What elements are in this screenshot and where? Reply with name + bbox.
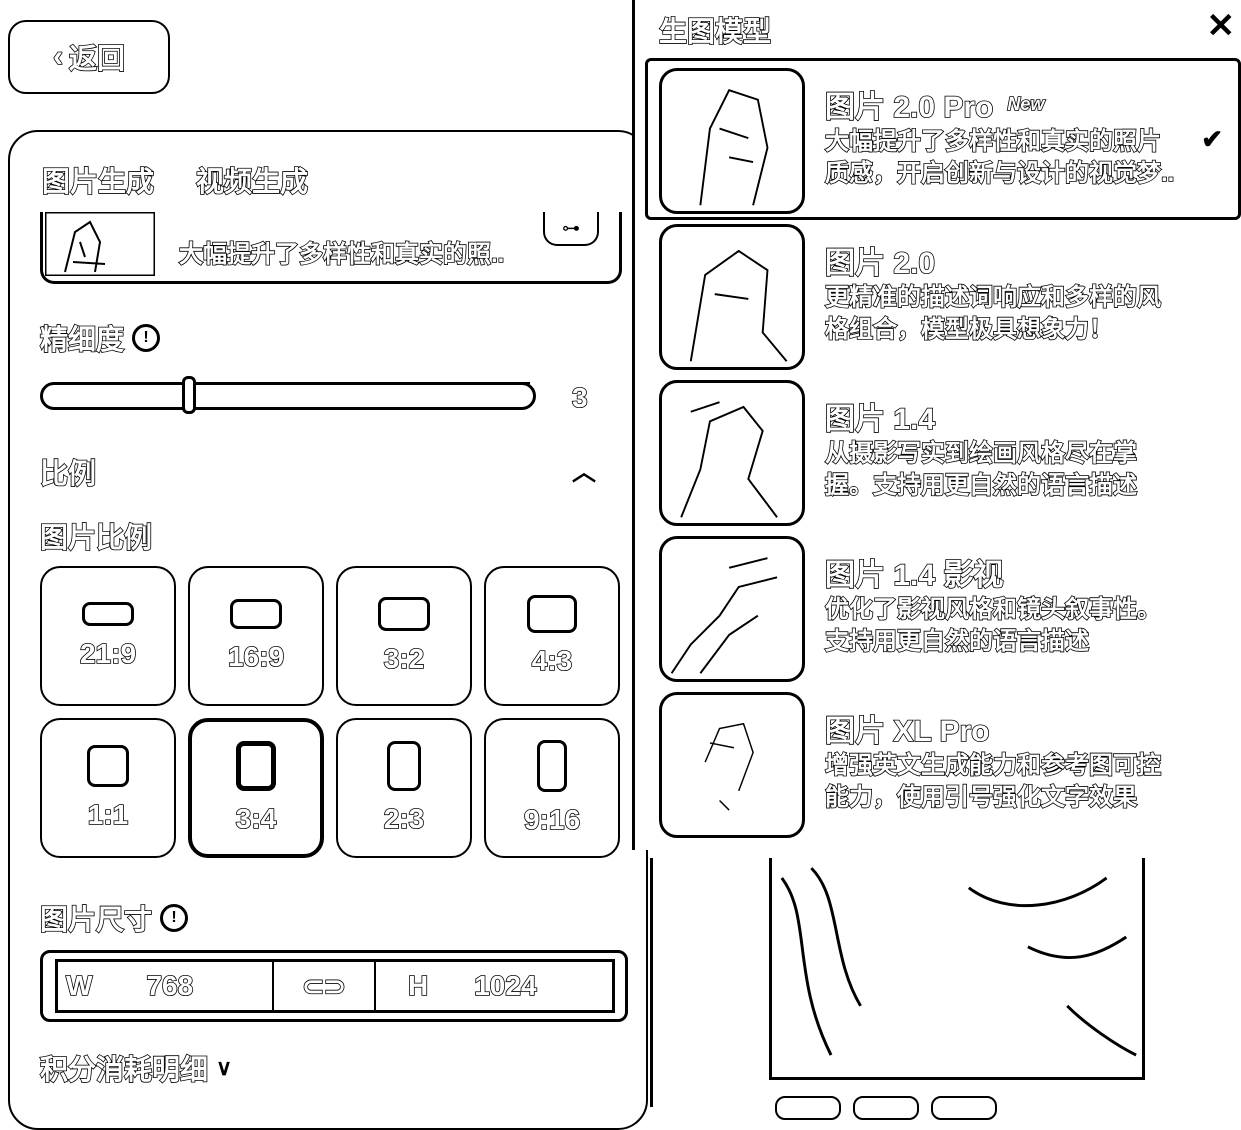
ratio-option-4-3[interactable]: 4:3: [484, 566, 620, 706]
preview-pill: [853, 1096, 919, 1120]
model-thumbnail: [659, 536, 805, 682]
ratio-option-3-4[interactable]: 3:4: [188, 718, 324, 858]
background-preview-area: [650, 858, 1241, 1120]
height-value[interactable]: 1024: [473, 969, 537, 1002]
drawer-title: 生图模型: [658, 15, 772, 48]
tab-video-generation[interactable]: 视频生成: [195, 160, 309, 200]
ratio-4-3-icon: [527, 595, 577, 633]
new-badge: New: [1007, 93, 1046, 115]
preview-image: [769, 858, 1145, 1080]
chevron-up-icon[interactable]: ︿: [572, 452, 596, 487]
ratio-3-2-icon: [378, 597, 430, 631]
ratio-option-16-9[interactable]: 16:9: [188, 566, 324, 706]
detail-label: 精细度: [39, 323, 125, 356]
points-detail-label: 积分消耗明细: [39, 1053, 209, 1086]
size-label: 图片尺寸: [39, 903, 153, 936]
height-label: H: [407, 969, 429, 1002]
chevron-left-icon: ‹: [52, 39, 64, 74]
back-button[interactable]: ‹ 返回: [8, 20, 170, 94]
size-section-label: 图片尺寸 !: [39, 898, 189, 938]
size-input-group: W 768 ⊂⊃ H 1024: [40, 950, 628, 1022]
ratio-1-1-icon: [87, 745, 129, 787]
image-ratio-label-wrap: 图片比例: [39, 516, 153, 556]
current-model-card[interactable]: 大幅提升了多样性和真实的照.. ⊶: [40, 212, 622, 284]
model-option-1-4-film[interactable]: 图片 1.4 影视 优化了影视风格和镜头叙事性。支持用更自然的语言描述: [659, 536, 1239, 682]
model-option-xl-pro[interactable]: 图片 XL Pro 增强英文生成能力和参考图可控能力，使用引号强化文字效果: [659, 692, 1239, 838]
current-model-description: 大幅提升了多样性和真实的照..: [178, 240, 505, 269]
model-option-2-0-pro[interactable]: 图片 2.0 Pro New 大幅提升了多样性和真实的照片质感，开启创新与设计的…: [659, 68, 1239, 214]
model-name-row: 图片 2.0 Pro New: [824, 82, 1046, 126]
model-thumbnail: [659, 224, 805, 370]
ratio-label: 3:4: [235, 802, 277, 835]
ratio-label: 4:3: [531, 644, 573, 677]
ratio-option-2-3[interactable]: 2:3: [336, 718, 472, 858]
height-field[interactable]: H 1024: [376, 962, 612, 1010]
ratio-option-3-2[interactable]: 3:2: [336, 566, 472, 706]
ratio-option-21-9[interactable]: 21:9: [40, 566, 176, 706]
ratio-label: 9:16: [523, 803, 581, 836]
preview-pill: [931, 1096, 997, 1120]
model-thumbnail: [45, 212, 155, 276]
check-icon: ✔: [1201, 124, 1223, 154]
ratio-9-16-icon: [537, 740, 567, 792]
width-value[interactable]: 768: [146, 969, 194, 1002]
model-description: 增强英文生成能力和参考图可控能力，使用引号强化文字效果: [824, 751, 1162, 812]
preview-pill: [775, 1096, 841, 1120]
chevron-down-icon: ∨: [216, 1055, 233, 1080]
model-name: 图片 1.4 影视: [824, 558, 1004, 593]
model-thumbnail: [659, 68, 805, 214]
width-label: W: [65, 969, 93, 1002]
model-switch-icon[interactable]: ⊶: [543, 212, 599, 246]
ratio-label: 1:1: [87, 798, 129, 831]
model-description: 从摄影写实到绘画风格尽在掌握。支持用更自然的语言描述: [824, 439, 1138, 500]
model-option-2-0[interactable]: 图片 2.0 更精准的描述词响应和多样的风格组合，模型极具想象力！: [659, 224, 1239, 370]
ratio-label: 16:9: [227, 640, 285, 673]
detail-slider[interactable]: [40, 382, 536, 410]
ratio-label: 比例: [39, 457, 97, 490]
model-option-1-4[interactable]: 图片 1.4 从摄影写实到绘画风格尽在掌握。支持用更自然的语言描述: [659, 380, 1239, 526]
tab-image-generation[interactable]: 图片生成: [41, 160, 155, 200]
generation-tabs: 图片生成 视频生成: [41, 160, 309, 200]
model-name: 图片 2.0 Pro: [824, 90, 994, 125]
ratio-label: 3:2: [383, 642, 425, 675]
ratio-grid: 21:9 16:9 3:2 4:3 1:1 3:4 2:3 9:16: [40, 566, 622, 858]
slider-track-line: [250, 382, 530, 384]
ratio-option-9-16[interactable]: 9:16: [484, 718, 620, 858]
ratio-option-1-1[interactable]: 1:1: [40, 718, 176, 858]
ratio-2-3-icon: [387, 741, 421, 791]
model-name: 图片 XL Pro: [824, 714, 990, 749]
detail-slider-handle[interactable]: [182, 376, 196, 414]
model-description: 更精准的描述词响应和多样的风格组合，模型极具想象力！: [824, 283, 1162, 344]
points-detail-toggle[interactable]: 积分消耗明细 ∨: [39, 1048, 233, 1088]
image-ratio-label: 图片比例: [39, 521, 153, 554]
link-icon[interactable]: ⊂⊃: [274, 962, 376, 1010]
model-description: 大幅提升了多样性和真实的照片质感，开启创新与设计的视觉梦..: [824, 127, 1175, 188]
detail-section-label: 精细度 !: [39, 318, 161, 358]
model-thumbnail: [659, 380, 805, 526]
ratio-16-9-icon: [230, 599, 282, 629]
ratio-21-9-icon: [82, 602, 134, 626]
ratio-3-4-icon: [236, 741, 276, 791]
model-selection-drawer: 生图模型 ✕ 图片 2.0 Pro New 大幅提升了多样性和真实的照片质感，开…: [632, 0, 1241, 850]
info-icon[interactable]: !: [132, 324, 161, 352]
model-description: 优化了影视风格和镜头叙事性。支持用更自然的语言描述: [824, 595, 1162, 656]
ratio-label: 21:9: [79, 637, 137, 670]
close-icon[interactable]: ✕: [1207, 6, 1236, 46]
width-field[interactable]: W 768: [58, 962, 274, 1010]
detail-value: 3: [571, 381, 588, 414]
ratio-section-header[interactable]: 比例: [39, 452, 97, 492]
model-name: 图片 2.0: [824, 246, 936, 281]
back-button-label: 返回: [68, 42, 126, 75]
model-thumbnail: [659, 692, 805, 838]
info-icon[interactable]: !: [160, 904, 189, 932]
generation-settings-panel: 图片生成 视频生成 大幅提升了多样性和真实的照.. ⊶ 精细度 ! 3 比例 ︿…: [8, 130, 648, 1130]
ratio-label: 2:3: [383, 802, 425, 835]
model-name: 图片 1.4: [824, 402, 936, 437]
